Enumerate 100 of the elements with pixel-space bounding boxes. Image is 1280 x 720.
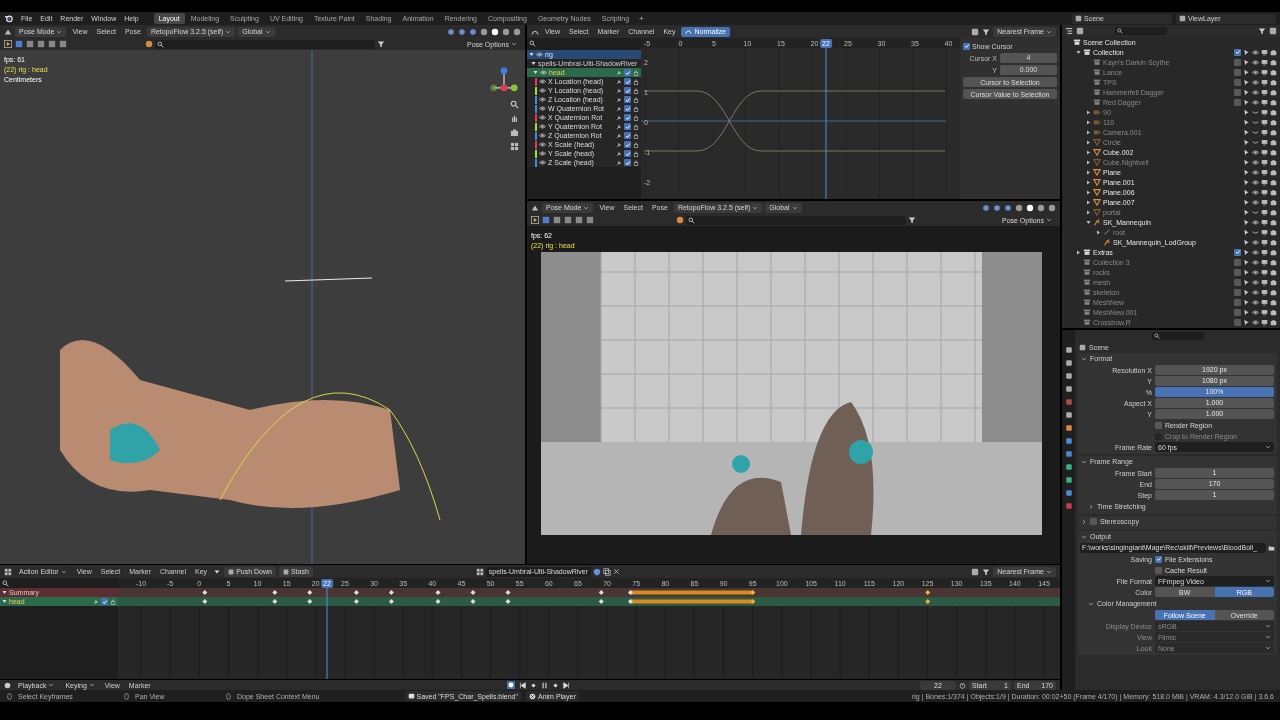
- camera-icon[interactable]: [1270, 128, 1277, 136]
- monitor-icon[interactable]: [1261, 168, 1268, 176]
- camera-icon[interactable]: [1270, 158, 1277, 166]
- monitor-icon[interactable]: [1261, 208, 1268, 216]
- camera-icon[interactable]: [1270, 108, 1277, 116]
- wrench-icon[interactable]: [616, 69, 622, 76]
- eye-icon[interactable]: [1252, 48, 1259, 56]
- monitor-icon[interactable]: [1261, 228, 1268, 236]
- camera-icon[interactable]: [1270, 308, 1277, 316]
- camera-icon[interactable]: [1270, 48, 1277, 56]
- expand-arrow-icon[interactable]: [1086, 149, 1091, 155]
- search-field[interactable]: [155, 39, 375, 49]
- checkbox[interactable]: [1155, 566, 1162, 574]
- eye-icon[interactable]: [1252, 218, 1259, 226]
- eye-icon[interactable]: [1252, 238, 1259, 246]
- monitor-icon[interactable]: [1261, 278, 1268, 286]
- duplicate-icon[interactable]: [603, 567, 612, 576]
- checkbox[interactable]: [624, 159, 631, 166]
- expand-arrow-icon[interactable]: [1086, 179, 1091, 185]
- lock-icon[interactable]: [633, 96, 639, 103]
- monitor-icon[interactable]: [1261, 98, 1268, 106]
- monitor-icon[interactable]: [1261, 178, 1268, 186]
- blender-logo-icon[interactable]: [4, 14, 13, 23]
- eye-icon[interactable]: [1252, 248, 1259, 256]
- eye-icon[interactable]: [539, 159, 546, 166]
- solid-shading-icon[interactable]: [1026, 203, 1034, 212]
- camera-icon[interactable]: [1270, 298, 1277, 306]
- lock-icon[interactable]: [633, 141, 639, 148]
- search-field[interactable]: [1151, 331, 1204, 340]
- monitor-icon[interactable]: [1261, 158, 1268, 166]
- monitor-icon[interactable]: [1261, 288, 1268, 296]
- monitor-icon[interactable]: [1261, 198, 1268, 206]
- lock-icon[interactable]: [633, 150, 639, 157]
- wrench-icon[interactable]: [616, 123, 622, 130]
- lock-icon[interactable]: [633, 105, 639, 112]
- monitor-icon[interactable]: [1261, 318, 1268, 326]
- monitor-icon[interactable]: [1261, 258, 1268, 266]
- monitor-icon[interactable]: [1261, 268, 1268, 276]
- lock-icon[interactable]: [633, 159, 639, 166]
- jump-end-icon[interactable]: [562, 681, 570, 689]
- camera-icon[interactable]: [1270, 88, 1277, 96]
- jump-start-icon[interactable]: [518, 681, 526, 689]
- wrench-icon[interactable]: [616, 96, 622, 103]
- checkbox[interactable]: [624, 123, 631, 130]
- camera-icon[interactable]: [1270, 138, 1277, 146]
- camera-icon[interactable]: [1270, 228, 1277, 236]
- camera-icon[interactable]: [1270, 118, 1277, 126]
- lock-icon[interactable]: [633, 87, 639, 94]
- wrench-icon[interactable]: [616, 114, 622, 121]
- wrench-icon[interactable]: [616, 159, 622, 166]
- monitor-icon[interactable]: [1261, 48, 1268, 56]
- zoom-icon[interactable]: [510, 100, 519, 109]
- record-icon[interactable]: [506, 681, 515, 689]
- camera-icon[interactable]: [1270, 58, 1277, 66]
- grid-icon[interactable]: [510, 142, 519, 151]
- lock-icon[interactable]: [633, 69, 639, 76]
- eye-icon[interactable]: [539, 96, 546, 103]
- monitor-icon[interactable]: [1261, 138, 1268, 146]
- wrench-icon[interactable]: [616, 150, 622, 157]
- camera-icon[interactable]: [1270, 168, 1277, 176]
- camera-icon[interactable]: [1270, 148, 1277, 156]
- checkbox[interactable]: [624, 69, 631, 76]
- camera-icon[interactable]: [1270, 78, 1277, 86]
- eye-icon[interactable]: [1252, 148, 1259, 156]
- filter-icon[interactable]: [982, 27, 991, 36]
- fake-user-shield-icon[interactable]: [593, 567, 602, 576]
- checkbox[interactable]: [624, 114, 631, 121]
- monitor-icon[interactable]: [1261, 108, 1268, 116]
- camera-icon[interactable]: [1270, 288, 1277, 296]
- camera-icon[interactable]: [510, 128, 519, 137]
- monitor-icon[interactable]: [1261, 298, 1268, 306]
- camera-icon[interactable]: [1270, 208, 1277, 216]
- eye-icon[interactable]: [539, 141, 546, 148]
- expand-arrow-icon[interactable]: [1076, 249, 1081, 255]
- search-field[interactable]: [686, 215, 906, 225]
- eye-icon[interactable]: [539, 123, 546, 130]
- checkbox[interactable]: [624, 132, 631, 139]
- monitor-icon[interactable]: [1261, 88, 1268, 96]
- add-workspace-button[interactable]: +: [635, 14, 648, 23]
- camera-icon[interactable]: [1270, 278, 1277, 286]
- camera-icon[interactable]: [1270, 258, 1277, 266]
- camera-icon[interactable]: [1270, 238, 1277, 246]
- eye-icon[interactable]: [539, 87, 546, 94]
- checkbox[interactable]: [1234, 48, 1241, 56]
- wrench-icon[interactable]: [93, 598, 99, 605]
- expand-arrow-icon[interactable]: [1076, 49, 1081, 55]
- monitor-icon[interactable]: [1261, 238, 1268, 246]
- lock-icon[interactable]: [633, 114, 639, 121]
- monitor-icon[interactable]: [1261, 218, 1268, 226]
- expand-arrow-icon[interactable]: [1086, 199, 1091, 205]
- eye-icon[interactable]: [539, 114, 546, 121]
- checkbox[interactable]: [101, 598, 108, 605]
- camera-icon[interactable]: [1270, 178, 1277, 186]
- checkbox[interactable]: [963, 42, 970, 50]
- checkbox[interactable]: [624, 96, 631, 103]
- expand-arrow-icon[interactable]: [1086, 189, 1091, 195]
- eye-icon[interactable]: [536, 51, 543, 58]
- checkbox[interactable]: [1234, 248, 1241, 256]
- lock-icon[interactable]: [110, 598, 116, 605]
- search-field[interactable]: [1115, 27, 1167, 35]
